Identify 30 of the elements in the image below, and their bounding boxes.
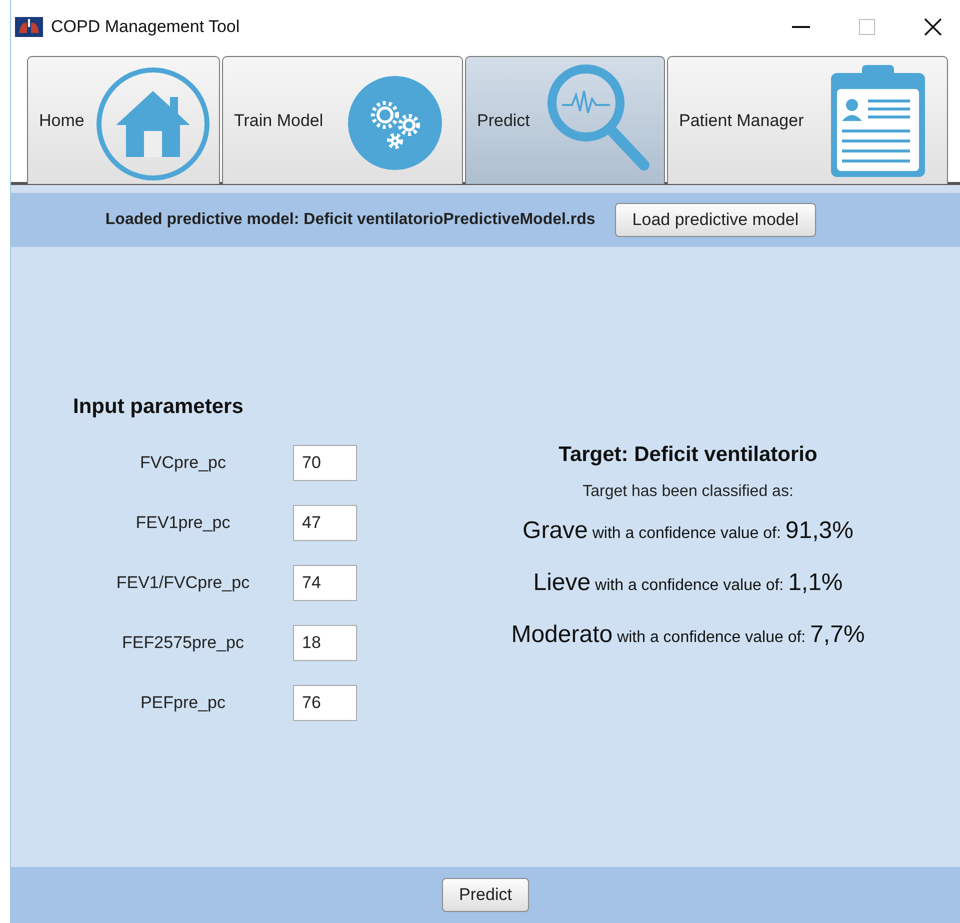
target-heading: Target: Deficit ventilatorio (558, 443, 818, 467)
parameter-input[interactable]: 18 (293, 625, 357, 661)
parameter-input[interactable]: 47 (293, 505, 357, 541)
classification-result: Lieve with a confidence value of: 1,1% (533, 569, 843, 598)
parameter-label: PEFpre_pc (139, 693, 227, 713)
classification-caption: Target has been classified as: (582, 483, 794, 501)
loaded-model-label: Loaded predictive model: Deficit ventilatorioPredictiveModel.rds (105, 211, 596, 229)
window-title: COPD Management Tool (51, 17, 241, 37)
tab[interactable]: Train Model (222, 56, 463, 184)
parameter-label: FEV1pre_pc (134, 513, 232, 533)
house-icon (94, 65, 212, 183)
close-icon (924, 18, 942, 36)
gears-icon (347, 75, 443, 171)
parameter-label: FVCpre_pc (139, 453, 227, 473)
load-model-button[interactable]: Load predictive model (615, 203, 816, 237)
parameter-input[interactable]: 70 (293, 445, 357, 481)
parameter-label: FEV1/FVCpre_pc (115, 573, 251, 593)
maximize-icon (859, 19, 875, 35)
parameter-input[interactable]: 74 (293, 565, 357, 601)
parameter-label: FEF2575pre_pc (121, 633, 245, 653)
tab[interactable]: Patient Manager (667, 56, 948, 184)
classification-result: Grave with a confidence value of: 91,3% (522, 517, 854, 546)
tab[interactable]: Predict (465, 56, 665, 184)
tab[interactable]: Home (27, 56, 220, 184)
classification-result: Moderato with a confidence value of: 7,7% (511, 621, 865, 650)
minimize-icon (792, 26, 810, 28)
lungs-logo-icon (15, 17, 43, 37)
parameter-input[interactable]: 76 (293, 685, 357, 721)
predict-button[interactable]: Predict (442, 878, 529, 912)
section-heading: Input parameters (73, 395, 244, 419)
